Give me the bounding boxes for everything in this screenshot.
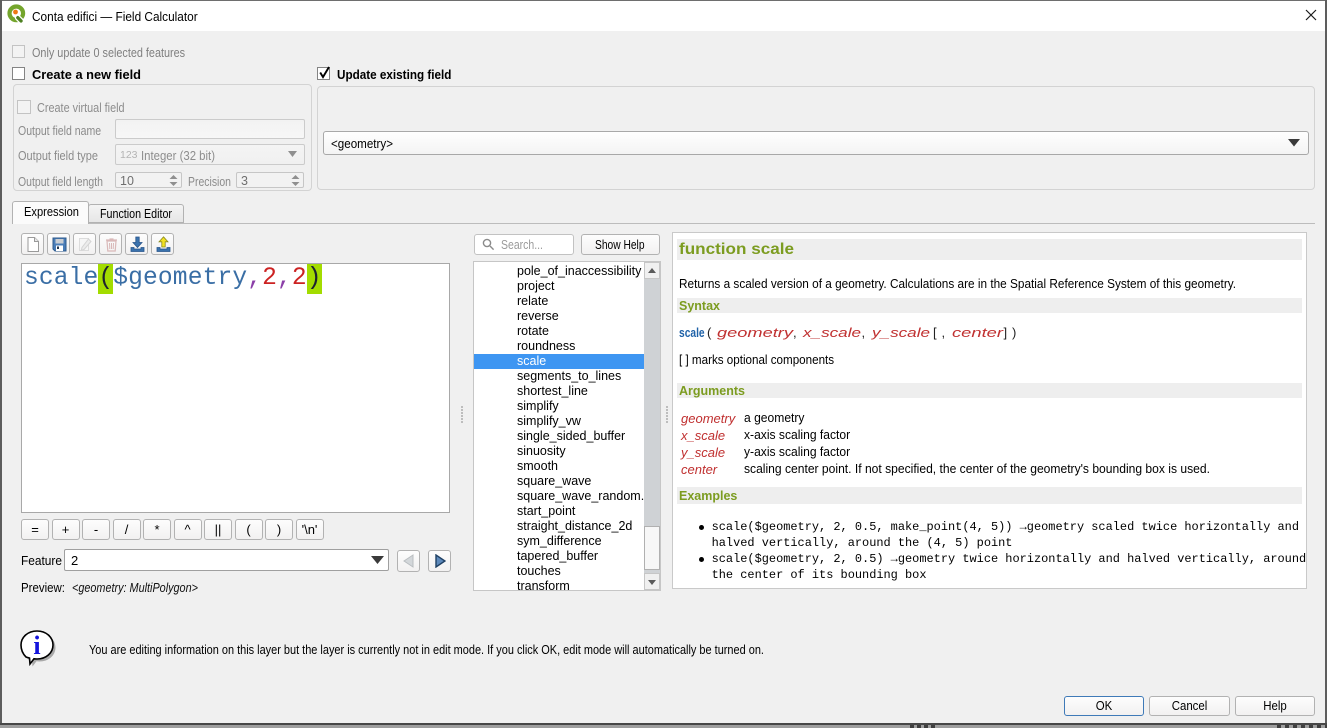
svg-text:i: i bbox=[33, 631, 40, 660]
